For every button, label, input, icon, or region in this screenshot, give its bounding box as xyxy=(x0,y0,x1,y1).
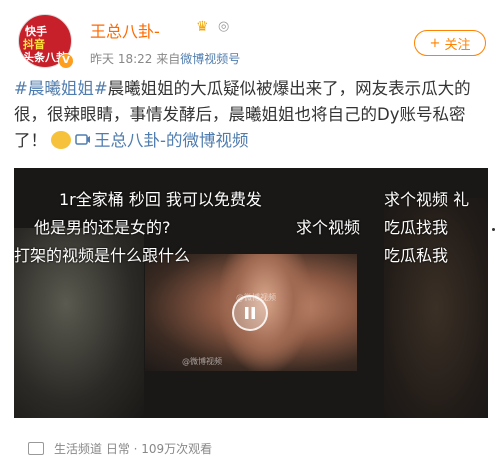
danmaku-5: 吃瓜找我 xyxy=(384,218,449,237)
danmaku-6: 打架的视频是什么跟什么 xyxy=(14,246,191,265)
post-header: 快手 抖音 头条八卦 V 王总八卦- ♛ ◎ 昨天 18:22 来自微博视频号 … xyxy=(14,10,490,69)
topic-link[interactable]: #晨曦姐姐# xyxy=(14,79,108,98)
danmaku-4: 求个视频 xyxy=(296,218,361,237)
plus-icon: + xyxy=(429,35,441,51)
video-watermark-2: @微博视频 xyxy=(182,357,222,366)
pause-icon xyxy=(245,307,255,319)
post-time: 昨天 18:22 xyxy=(90,52,153,66)
follow-button[interactable]: + 关注 xyxy=(414,30,486,56)
video-player[interactable]: @微博视频 @微博视频 1r全家桶 秒回 我可以免费发 求个视频 礼 他是男的还… xyxy=(14,168,488,418)
source-prefix: 来自 xyxy=(156,52,181,66)
danmaku-2: 求个视频 礼 xyxy=(384,190,470,209)
video-channel-info[interactable]: 生活频道 日常 · 109万次观看 xyxy=(54,440,212,457)
video-icon xyxy=(28,442,44,455)
follow-label: 关注 xyxy=(444,37,471,53)
post-source[interactable]: 微博视频号 xyxy=(180,52,240,66)
side-dot xyxy=(492,228,495,231)
danmaku-3: 他是男的还是女的? xyxy=(34,218,171,237)
emoji-icon xyxy=(51,131,71,149)
video-link[interactable]: 王总八卦-的微博视频 xyxy=(75,131,248,150)
medal-icon: ◎ xyxy=(218,19,230,34)
danmaku-1: 1r全家桶 秒回 我可以免费发 xyxy=(59,190,262,209)
verified-badge: V xyxy=(58,53,74,69)
danmaku-7: 吃瓜私我 xyxy=(384,246,449,265)
crown-icon: ♛ xyxy=(196,19,209,35)
play-button[interactable] xyxy=(232,295,268,331)
video-link-text: 王总八卦-的微博视频 xyxy=(94,131,249,150)
author-name[interactable]: 王总八卦- xyxy=(90,18,160,42)
video-link-icon xyxy=(75,134,90,145)
post-footer: 生活频道 日常 · 109万次观看 xyxy=(14,440,488,462)
post-content: #晨曦姐姐#晨曦姐姐的大瓜疑似被爆出来了，网友表示瓜大的很，很辣眼睛，事情发酵后… xyxy=(14,76,486,154)
post-meta: 昨天 18:22 来自微博视频号 xyxy=(90,50,240,67)
